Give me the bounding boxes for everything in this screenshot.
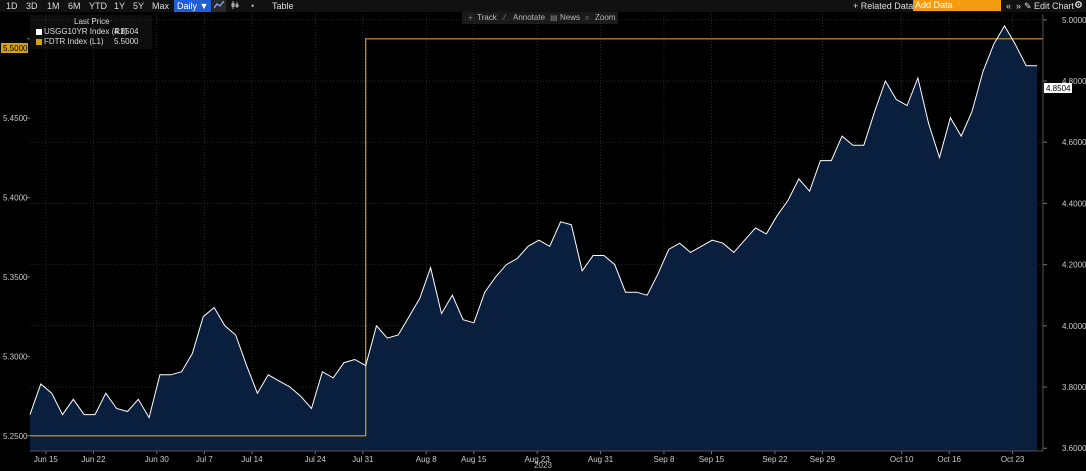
x-axis-tick-label: Sep 8 (653, 455, 674, 464)
x-axis-tick-label: Oct 23 (1001, 455, 1025, 464)
left-last-value: 5.5000 (3, 44, 28, 53)
x-axis-tick-label: Jul 24 (305, 455, 327, 464)
price-chart[interactable]: 5.2500 5.3000 5.3500 5.4000 5.4500 3.6000 3.8… (0, 0, 1086, 471)
left-axis-tick-label: 5.4000 (3, 194, 28, 203)
right-axis-tick-label: 3.6000 (1062, 444, 1086, 453)
right-axis-tick-label: 4.4000 (1062, 199, 1086, 208)
x-axis: Jun 15 Jun 22 Jun 30 Jul 7 Jul 14 Jul 24 Jul 3… (34, 451, 1025, 464)
left-axis-tick-label: 5.2500 (3, 432, 28, 441)
x-axis-tick-label: Sep 29 (810, 455, 836, 464)
right-axis: 3.60003.80004.00004.20004.40004.60004.80… (1043, 16, 1086, 453)
x-axis-tick-label: Jun 22 (81, 455, 106, 464)
right-axis-tick-label: 4.2000 (1062, 261, 1086, 270)
left-axis-tick-label: 5.3500 (3, 273, 28, 282)
right-axis-tick-label: 3.8000 (1062, 383, 1086, 392)
right-axis-tick-label: 4.0000 (1062, 322, 1086, 331)
left-axis-tick-label: 5.4500 (3, 114, 28, 123)
left-axis: 5.2500 5.3000 5.3500 5.4000 5.4500 (3, 38, 30, 441)
x-axis-tick-label: Aug 8 (416, 455, 437, 464)
x-axis-tick-label: Oct 10 (890, 455, 914, 464)
x-axis-tick-label: Jul 7 (196, 455, 213, 464)
usgg10yr-area (30, 25, 1037, 452)
right-last-value: 4.8504 (1046, 84, 1071, 93)
x-axis-tick-label: Sep 15 (699, 455, 725, 464)
x-axis-tick-label: Jul 14 (241, 455, 263, 464)
x-axis-tick-label: Oct 16 (937, 455, 961, 464)
x-axis-tick-label: Aug 15 (461, 455, 487, 464)
x-axis-tick-label: Sep 22 (762, 455, 788, 464)
x-axis-tick-label: Jul 31 (352, 455, 374, 464)
x-axis-tick-label: Jun 30 (145, 455, 170, 464)
x-axis-tick-label: Jun 15 (34, 455, 59, 464)
x-axis-tick-label: Aug 31 (588, 455, 614, 464)
left-axis-tick-label: 5.3000 (3, 352, 28, 361)
right-axis-tick-label: 4.6000 (1062, 138, 1086, 147)
right-axis-tick-label: 5.0000 (1062, 16, 1086, 25)
year-label: 2023 (534, 461, 552, 470)
